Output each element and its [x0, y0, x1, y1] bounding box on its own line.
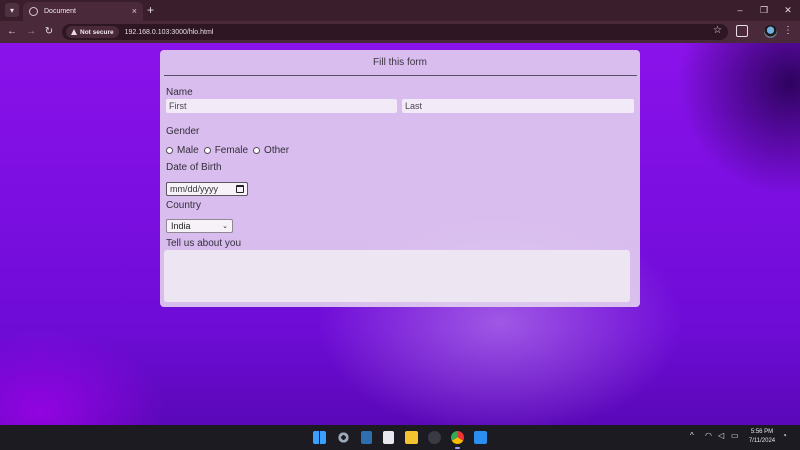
- settings-icon[interactable]: [337, 431, 350, 444]
- heading-divider: [164, 75, 637, 76]
- about-label: Tell us about you: [166, 238, 242, 249]
- tab-strip: ▾ Document × + – ❐ ✕: [0, 0, 800, 21]
- globe-icon: [29, 7, 38, 16]
- clock-time: 5:56 PM: [750, 429, 774, 435]
- chevron-up-icon[interactable]: ^: [690, 430, 694, 442]
- extensions-icon[interactable]: [736, 25, 748, 37]
- file-explorer-icon[interactable]: [405, 431, 418, 444]
- clock-date: 7/11/2024: [748, 438, 776, 444]
- country-select[interactable]: India ⌄: [166, 219, 233, 233]
- gender-other-label[interactable]: Other: [264, 145, 289, 156]
- name-label: Name: [166, 87, 193, 98]
- dob-label: Date of Birth: [166, 162, 222, 173]
- page-viewport: Fill this form Name Gender Male Female O…: [0, 43, 800, 425]
- more-menu-icon[interactable]: ⋮: [783, 25, 793, 37]
- volume-icon[interactable]: ◁: [718, 430, 724, 442]
- chrome-icon[interactable]: [451, 431, 464, 444]
- gender-male-label[interactable]: Male: [177, 145, 199, 156]
- security-label: Not secure: [80, 28, 114, 36]
- vscode-icon[interactable]: [474, 431, 487, 444]
- back-button[interactable]: ←: [5, 25, 19, 39]
- gender-male-radio[interactable]: [166, 147, 173, 154]
- country-label: Country: [166, 200, 202, 211]
- window-close-button[interactable]: ✕: [778, 2, 798, 18]
- warning-icon: [71, 29, 77, 35]
- system-clock[interactable]: 5:56 PM 7/11/2024: [745, 428, 779, 446]
- close-icon[interactable]: ×: [132, 7, 137, 16]
- reload-button[interactable]: ↻: [42, 25, 56, 39]
- gender-label: Gender: [166, 126, 200, 137]
- security-indicator[interactable]: Not secure: [66, 26, 119, 38]
- gender-female-radio[interactable]: [203, 147, 211, 154]
- chevron-down-icon: ⌄: [222, 223, 228, 230]
- windows-start-icon[interactable]: [313, 431, 326, 444]
- notification-bell-icon[interactable]: ◔: [782, 430, 787, 442]
- taskbar: ^ ◠ ◁ ▭ 5:56 PM 7/11/2024 ◔: [0, 425, 800, 450]
- tab-document[interactable]: Document ×: [23, 2, 143, 21]
- restore-button[interactable]: ❐: [754, 2, 774, 18]
- forward-button[interactable]: →: [24, 25, 38, 39]
- wifi-icon[interactable]: ◠: [705, 430, 712, 442]
- calculator-icon[interactable]: [361, 431, 372, 444]
- chrome-active-indicator: [455, 447, 460, 449]
- first-name-input[interactable]: [166, 99, 397, 113]
- url-text[interactable]: 192.168.0.103:3000/hlo.html: [125, 29, 214, 36]
- gender-radio-group: Male Female Other: [166, 145, 294, 156]
- app-icon[interactable]: [428, 431, 441, 444]
- address-bar[interactable]: Not secure 192.168.0.103:3000/hlo.html ☆: [62, 24, 728, 40]
- form-heading: Fill this form: [373, 57, 427, 68]
- notepad-icon[interactable]: [383, 431, 394, 444]
- minimize-button[interactable]: –: [730, 2, 750, 18]
- last-name-input[interactable]: [402, 99, 634, 113]
- tab-search-button[interactable]: ▾: [5, 3, 19, 17]
- gender-other-radio[interactable]: [253, 147, 261, 154]
- profile-avatar[interactable]: [764, 25, 777, 38]
- browser-toolbar: ← → ↻ Not secure 192.168.0.103:3000/hlo.…: [0, 21, 800, 43]
- battery-icon[interactable]: ▭: [731, 430, 739, 442]
- new-tab-button[interactable]: +: [147, 3, 154, 17]
- country-selected-value: India: [171, 221, 191, 231]
- about-textarea[interactable]: [164, 250, 630, 302]
- gender-female-label[interactable]: Female: [215, 145, 248, 156]
- tab-title: Document: [44, 8, 76, 15]
- form-card: Fill this form Name Gender Male Female O…: [160, 50, 640, 307]
- dob-date-input[interactable]: mm/dd/yyyy: [166, 182, 248, 196]
- calendar-icon[interactable]: [236, 185, 244, 193]
- bookmark-star-icon[interactable]: ☆: [713, 25, 722, 36]
- dob-placeholder: mm/dd/yyyy: [170, 184, 219, 194]
